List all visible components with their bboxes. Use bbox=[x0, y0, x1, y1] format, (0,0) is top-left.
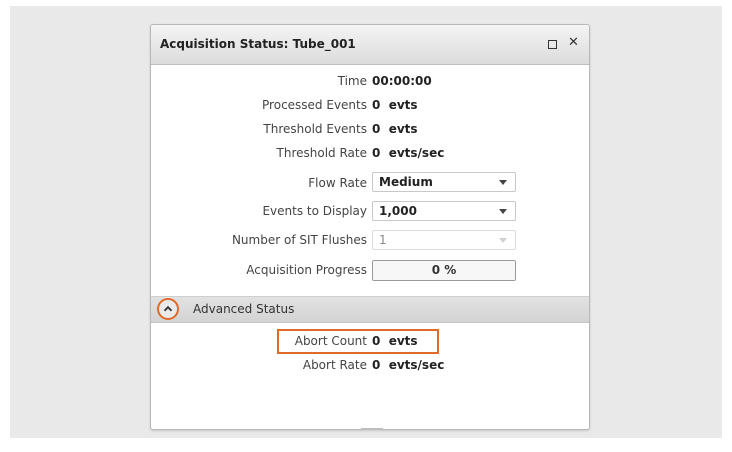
processed-events-value: 0 evts bbox=[372, 98, 418, 112]
events-to-display-row: Events to Display bbox=[151, 202, 589, 222]
sit-flushes-label: Number of SIT Flushes bbox=[231, 233, 367, 247]
advanced-status-header[interactable]: Advanced Status bbox=[151, 296, 589, 323]
abort-rate-label: Abort Rate bbox=[302, 358, 367, 372]
sit-flushes-row: Number of SIT Flushes bbox=[151, 231, 589, 251]
processed-events-label: Processed Events bbox=[262, 98, 367, 112]
abort-count-label: Abort Count bbox=[294, 334, 367, 348]
acquisition-status-panel: Acquisition Status: Tube_001 ✕ Time 00:0… bbox=[150, 24, 590, 430]
progress-text: 0 % bbox=[431, 263, 457, 277]
resize-handle[interactable] bbox=[361, 428, 383, 430]
threshold-events-value: 0 evts bbox=[372, 122, 418, 136]
events-to-display-selected: 1,000 bbox=[379, 204, 417, 218]
processed-events-row: Processed Events 0 evts bbox=[151, 98, 589, 118]
maximize-icon[interactable] bbox=[548, 40, 557, 49]
panel-title: Acquisition Status: Tube_001 bbox=[160, 37, 356, 51]
threshold-events-row: Threshold Events 0 evts bbox=[151, 122, 589, 142]
acquisition-progress-bar: 0 % bbox=[372, 260, 516, 281]
events-to-display-label: Events to Display bbox=[262, 204, 367, 218]
abort-rate-row: Abort Rate 0 evts/sec bbox=[151, 358, 589, 378]
acquisition-progress-row: Acquisition Progress bbox=[151, 261, 589, 281]
time-value: 00:00:00 bbox=[372, 74, 432, 88]
threshold-rate-row: Threshold Rate 0 evts/sec bbox=[151, 146, 589, 166]
threshold-events-label: Threshold Events bbox=[263, 122, 367, 136]
abort-count-row: Abort Count 0 evts bbox=[151, 334, 589, 354]
advanced-status-label: Advanced Status bbox=[193, 302, 295, 316]
panel-titlebar: Acquisition Status: Tube_001 ✕ bbox=[151, 25, 589, 65]
flow-rate-row: Flow Rate bbox=[151, 174, 589, 194]
threshold-rate-value: 0 evts/sec bbox=[372, 146, 445, 160]
flow-rate-dropdown[interactable]: Medium bbox=[372, 172, 516, 192]
flow-rate-selected: Medium bbox=[379, 175, 433, 189]
time-row: Time 00:00:00 bbox=[151, 74, 589, 94]
chevron-up-icon[interactable] bbox=[157, 298, 179, 320]
chevron-down-icon bbox=[499, 180, 507, 185]
acquisition-progress-label: Acquisition Progress bbox=[246, 263, 367, 277]
events-to-display-dropdown[interactable]: 1,000 bbox=[372, 201, 516, 221]
sit-flushes-dropdown: 1 bbox=[372, 230, 516, 250]
close-icon[interactable]: ✕ bbox=[568, 36, 579, 50]
abort-count-value: 0 evts bbox=[372, 334, 418, 348]
sit-flushes-selected: 1 bbox=[379, 233, 387, 247]
threshold-rate-label: Threshold Rate bbox=[276, 146, 367, 160]
time-label: Time bbox=[337, 74, 367, 88]
abort-rate-value: 0 evts/sec bbox=[372, 358, 445, 372]
chevron-down-icon bbox=[499, 238, 507, 243]
chevron-down-icon bbox=[499, 209, 507, 214]
flow-rate-label: Flow Rate bbox=[308, 176, 367, 190]
